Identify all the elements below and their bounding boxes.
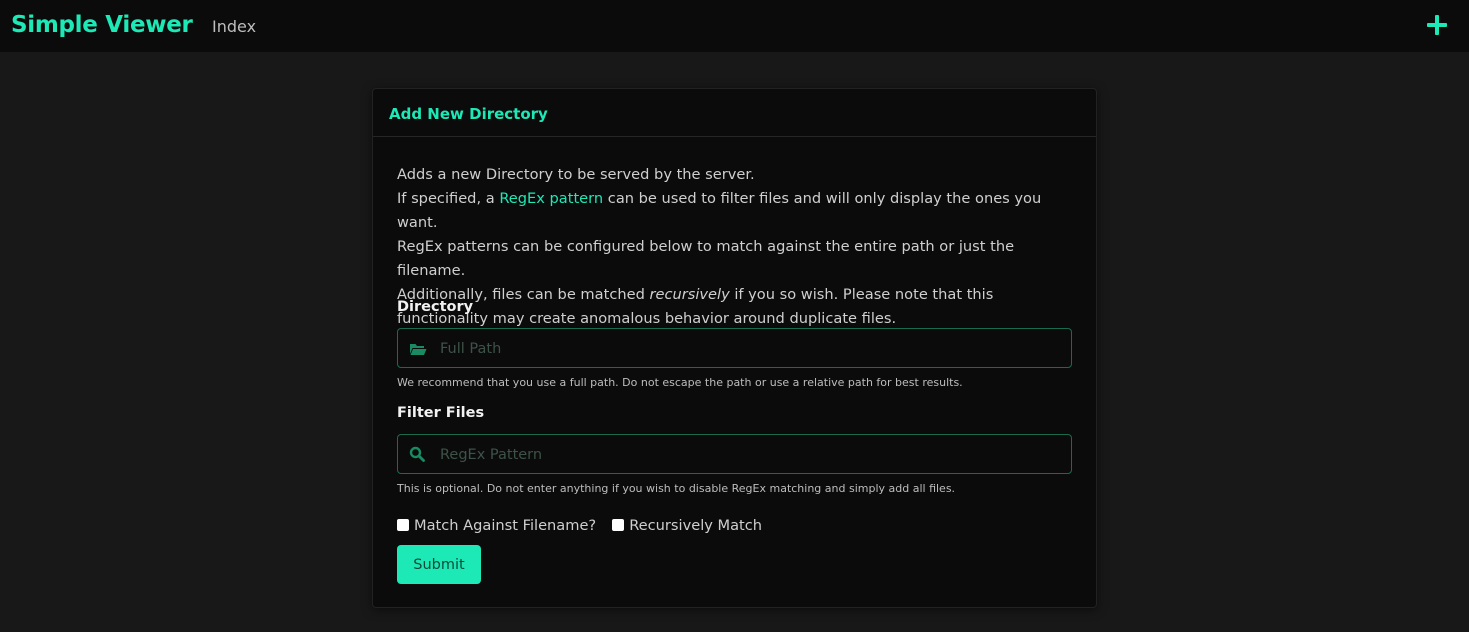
description-line: RegEx patterns can be configured below t…	[397, 238, 1015, 279]
nav-link-index[interactable]: Index	[212, 17, 256, 36]
directory-input-group	[397, 328, 1072, 369]
search-icon	[409, 446, 427, 462]
directory-help-text: We recommend that you use a full path. D…	[397, 376, 963, 389]
description-line: Adds a new Directory to be served by the…	[397, 166, 755, 183]
filter-input-group	[397, 434, 1072, 475]
directory-path-input[interactable]	[438, 329, 1062, 369]
regex-pattern-link[interactable]: RegEx pattern	[499, 190, 603, 207]
submit-button[interactable]: Submit	[397, 545, 481, 584]
recursive-match-checkbox[interactable]	[612, 519, 625, 531]
plus-icon[interactable]	[1426, 14, 1448, 36]
brand-logo[interactable]: Simple Viewer	[11, 12, 193, 38]
match-filename-label: Match Against Filename?	[414, 516, 597, 534]
recursive-match-label: Recursively Match	[629, 516, 763, 534]
add-directory-card: Add New Directory Adds a new Directory t…	[372, 88, 1097, 608]
filter-help-text: This is optional. Do not enter anything …	[397, 482, 956, 495]
regex-pattern-input[interactable]	[438, 435, 1062, 475]
directory-label: Directory	[397, 299, 474, 315]
card-header: Add New Directory	[373, 89, 1096, 137]
folder-open-icon	[409, 341, 427, 355]
filter-files-label: Filter Files	[397, 405, 485, 421]
description-text: If specified, a	[397, 190, 500, 207]
recursive-match-option[interactable]: Recursively Match	[612, 517, 762, 534]
options-row: Match Against Filename? Recursively Matc…	[397, 515, 778, 535]
top-navbar: Simple Viewer Index	[0, 0, 1469, 52]
description-emphasis: recursively	[649, 286, 730, 303]
card-title: Add New Directory	[389, 105, 548, 123]
description: Adds a new Directory to be served by the…	[397, 163, 1077, 331]
match-filename-option[interactable]: Match Against Filename?	[397, 517, 596, 534]
match-filename-checkbox[interactable]	[397, 519, 409, 531]
